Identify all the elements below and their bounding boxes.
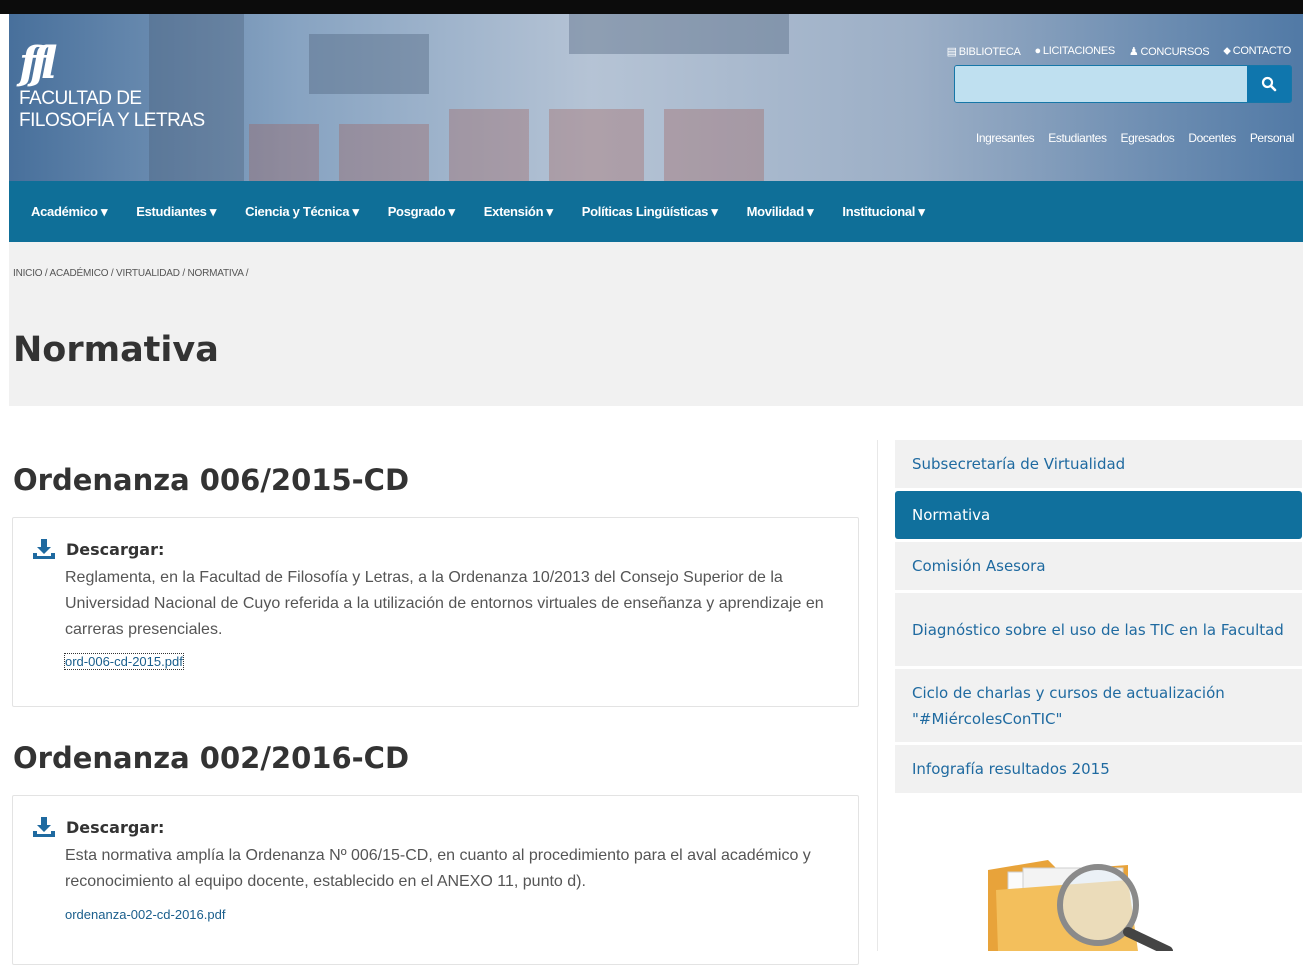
top-strip xyxy=(0,0,1303,14)
header-photo-window xyxy=(569,14,789,54)
search-box xyxy=(954,65,1292,103)
nav-extension[interactable]: Extensión ▾ xyxy=(484,204,553,220)
download-icon xyxy=(33,817,55,837)
utility-link-label: CONCURSOS xyxy=(1140,46,1210,58)
utility-link-contacto[interactable]: ⬥ CONTACTO xyxy=(1223,45,1291,58)
audience-links: Ingresantes Estudiantes Egresados Docent… xyxy=(976,131,1294,145)
document-title: Ordenanza 002/2016-CD xyxy=(13,741,410,775)
logo-line-1: FACULTAD DE xyxy=(19,88,142,109)
nav-posgrado[interactable]: Posgrado ▾ xyxy=(388,204,455,220)
utility-link-label: LICITACIONES xyxy=(1042,45,1115,57)
search-input[interactable] xyxy=(955,66,1247,102)
audience-link-docentes[interactable]: Docentes xyxy=(1188,131,1236,145)
nav-movilidad[interactable]: Movilidad ▾ xyxy=(747,204,814,220)
document-title: Ordenanza 006/2015-CD xyxy=(13,463,410,497)
sidebar-item-comision-asesora[interactable]: Comisión Asesora xyxy=(895,542,1302,590)
sidebar-item-infografia[interactable]: Infografía resultados 2015 xyxy=(895,745,1302,793)
document-file-link[interactable]: ord-006-cd-2015.pdf xyxy=(64,653,184,670)
document-card: Descargar: Reglamenta, en la Facultad de… xyxy=(12,517,859,707)
logo-mark: ffl xyxy=(19,38,58,89)
header-photo-window xyxy=(664,109,764,181)
document-description: Esta normativa amplía la Ordenanza Nº 00… xyxy=(65,847,811,890)
header-photo-window xyxy=(449,109,529,181)
utility-link-label: CONTACTO xyxy=(1232,45,1292,57)
folder-magnifier-illustration xyxy=(988,860,1173,951)
nav-institucional[interactable]: Institucional ▾ xyxy=(842,204,925,220)
download-label: Descargar: xyxy=(66,539,165,559)
nav-estudiantes[interactable]: Estudiantes ▾ xyxy=(136,204,216,220)
header-photo-window xyxy=(339,124,429,181)
page-title: Normativa xyxy=(13,330,219,370)
sidebar-item-ciclo-de-charlas[interactable]: Ciclo de charlas y cursos de actualizaci… xyxy=(895,669,1302,742)
map-marker-icon: ⬥ xyxy=(1223,45,1231,57)
nav-academico[interactable]: Académico ▾ xyxy=(31,204,108,220)
header-photo-window xyxy=(249,124,319,181)
book-icon: ▤ xyxy=(946,46,957,58)
header-photo-window xyxy=(549,109,644,181)
search-button[interactable] xyxy=(1247,66,1291,102)
utility-link-label: BIBLIOTECA xyxy=(958,46,1021,58)
page-header-band: INICIO / ACADÉMICO / VIRTUALIDAD / NORMA… xyxy=(9,242,1303,406)
sidebar-item-diagnostico[interactable]: Diagnóstico sobre el uso de las TIC en l… xyxy=(895,593,1302,666)
sidebar-item-normativa[interactable]: Normativa xyxy=(895,491,1302,539)
audience-link-personal[interactable]: Personal xyxy=(1250,131,1295,145)
site-logo[interactable]: ffl FACULTAD DE FILOSOFÍA Y LETRAS xyxy=(19,42,205,132)
utility-link-licitaciones[interactable]: ● LICITACIONES xyxy=(1034,45,1116,58)
download-row: Descargar: xyxy=(32,538,164,560)
header-photo-window xyxy=(309,34,429,94)
utility-links: ▤ BIBLIOTECA ● LICITACIONES ♟ CONCURSOS ⬥ CO… xyxy=(947,45,1292,58)
logo-line-2: FILOSOFÍA Y LETRAS xyxy=(19,110,205,131)
audience-link-estudiantes[interactable]: Estudiantes xyxy=(1048,131,1107,145)
sidebar-item-subsecretaria[interactable]: Subsecretaría de Virtualidad xyxy=(895,440,1302,488)
nav-politicas-linguisticas[interactable]: Políticas Lingüísticas ▾ xyxy=(582,204,718,220)
document-description: Reglamenta, en la Facultad de Filosofía … xyxy=(65,569,824,638)
download-row: Descargar: xyxy=(32,816,164,838)
user-icon: ♟ xyxy=(1128,46,1139,58)
globe-icon: ● xyxy=(1034,45,1042,57)
main-nav: Académico ▾ Estudiantes ▾ Ciencia y Técn… xyxy=(9,181,1303,242)
download-icon xyxy=(33,539,55,559)
breadcrumb[interactable]: INICIO / ACADÉMICO / VIRTUALIDAD / NORMA… xyxy=(13,268,248,279)
audience-link-egresados[interactable]: Egresados xyxy=(1121,131,1175,145)
nav-ciencia-y-tecnica[interactable]: Ciencia y Técnica ▾ xyxy=(245,204,359,220)
sidebar: Subsecretaría de Virtualidad Normativa C… xyxy=(877,440,1303,951)
audience-link-ingresantes[interactable]: Ingresantes xyxy=(976,131,1035,145)
download-label: Descargar: xyxy=(66,817,165,837)
search-icon xyxy=(1261,76,1277,92)
document-card: Descargar: Esta normativa amplía la Orde… xyxy=(12,795,859,965)
utility-link-concursos[interactable]: ♟ CONCURSOS xyxy=(1128,45,1210,58)
document-file-link[interactable]: ordenanza-002-cd-2016.pdf xyxy=(65,907,225,922)
utility-link-biblioteca[interactable]: ▤ BIBLIOTECA xyxy=(947,45,1021,58)
